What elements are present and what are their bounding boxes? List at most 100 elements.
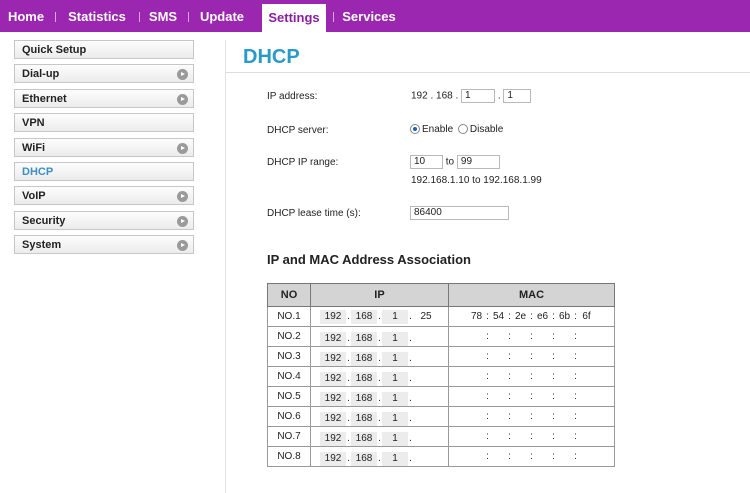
sidebar-item-dial-up[interactable]: Dial-up	[14, 64, 194, 84]
nav-statistics[interactable]: Statistics	[60, 0, 134, 32]
ip-octet-input[interactable]: 192	[320, 332, 346, 346]
mac-colon: :	[530, 431, 533, 442]
ip-cell: 192. 168. 1.	[310, 426, 449, 447]
ip-octet-input[interactable]: 1	[382, 352, 408, 366]
circle-right-arrow-icon	[177, 240, 188, 252]
mac-colon: :	[574, 411, 577, 422]
mac-octet-input[interactable]: e6	[534, 311, 552, 322]
ip-octet-input[interactable]	[413, 447, 439, 461]
ip-octet-input[interactable]: 192	[320, 352, 346, 366]
nav-services[interactable]: Services	[338, 0, 400, 32]
nav-update[interactable]: Update	[193, 0, 251, 32]
dhcp-server-options: Enable Disable	[410, 124, 503, 135]
mac-colon: :	[552, 411, 555, 422]
lease-time-input[interactable]: 86400	[410, 206, 509, 220]
sidebar-item-security[interactable]: Security	[14, 210, 194, 230]
nav-settings[interactable]: Settings	[262, 4, 326, 32]
mac-octet-input[interactable]: 6b	[556, 311, 574, 322]
ip-octet-input[interactable]: 1	[382, 309, 408, 324]
ip-octet-input[interactable]: 192	[320, 432, 346, 446]
ip-octet-input[interactable]: 192	[320, 392, 346, 406]
mac-colon: :	[508, 351, 511, 362]
mac-colon: :	[486, 411, 489, 422]
ip-octet-input[interactable]: 192	[320, 309, 346, 324]
mac-octet-input[interactable]: 78	[468, 311, 486, 322]
ip-dot: .	[497, 90, 501, 102]
circle-right-arrow-icon	[177, 93, 188, 105]
sidebar-item-quick-setup[interactable]: Quick Setup	[14, 40, 194, 59]
ip-octet-input[interactable]: 168	[351, 412, 377, 426]
ip-octet-input[interactable]: 168	[351, 332, 377, 346]
sidebar-item-wifi[interactable]: WiFi	[14, 137, 194, 157]
ip-mac-table: NO IP MAC NO.1 192. 168. 1. 25 78:54:2e: e6:6b…	[267, 283, 615, 467]
mac-octet-input[interactable]: 6f	[578, 311, 596, 322]
ip-octet-input[interactable]	[413, 407, 439, 421]
ip-octet-input[interactable]: 1	[382, 372, 408, 386]
ip-address-field: 192 . 168 . 1 . 1	[411, 89, 532, 103]
range-end-input[interactable]: 99	[456, 155, 500, 169]
ip-octet-input[interactable]	[413, 367, 439, 381]
mac-colon: :	[574, 451, 577, 462]
nav-separator	[188, 12, 189, 22]
ip-octet-input[interactable]	[413, 427, 439, 441]
ip-octet-input[interactable]: 168	[351, 432, 377, 446]
mac-cell: :::::	[448, 366, 615, 387]
ip-octet-input[interactable]: 1	[382, 452, 408, 466]
sidebar-item-system[interactable]: System	[14, 235, 194, 255]
ip-octet-input[interactable]	[413, 327, 439, 341]
ip-octet-input[interactable]: 192	[320, 452, 346, 466]
row-number: NO.7	[267, 426, 311, 447]
top-nav: Home Statistics SMS Update Settings Serv…	[0, 0, 750, 32]
table-row: NO.7 192. 168. 1.:::::	[267, 426, 615, 447]
mac-colon: :	[530, 391, 533, 402]
mac-cell: :::::	[448, 406, 615, 427]
mac-cell: :::::	[448, 346, 615, 367]
ip-octet-input[interactable]: 1	[382, 332, 408, 346]
ip-prefix: 192 . 168 .	[411, 90, 459, 102]
sidebar-item-ethernet[interactable]: Ethernet	[14, 88, 194, 108]
sidebar: Quick Setup Dial-up Ethernet VPN WiFi DH…	[14, 40, 194, 260]
ip-octet-input[interactable]: 168	[351, 352, 377, 366]
ip-octet-input[interactable]: 168	[351, 372, 377, 386]
ip-octet-input[interactable]: 25	[413, 309, 439, 324]
col-header-ip: IP	[310, 283, 449, 307]
ip-octet-input[interactable]: 192	[320, 412, 346, 426]
nav-separator	[333, 12, 334, 22]
sidebar-item-vpn[interactable]: VPN	[14, 113, 194, 133]
sidebar-item-label: Security	[22, 214, 66, 227]
enable-radio[interactable]	[410, 124, 420, 135]
ip-octet-input[interactable]: 1	[382, 412, 408, 426]
mac-cell: 78:54:2e: e6:6b:6f	[448, 306, 615, 327]
ip-octet-input[interactable]	[413, 347, 439, 361]
mac-colon: :	[508, 331, 511, 342]
mac-octet-input[interactable]: 54	[490, 311, 508, 322]
disable-radio[interactable]	[457, 124, 468, 135]
ip-cell: 192. 168. 1.	[310, 446, 449, 467]
ip-octet4-input[interactable]: 1	[503, 89, 532, 103]
sidebar-item-label: DHCP	[22, 165, 54, 178]
mac-colon: :	[486, 391, 489, 402]
ip-octet-input[interactable]: 168	[351, 309, 377, 324]
row-number: NO.6	[267, 406, 311, 427]
page-title: DHCP	[243, 46, 300, 68]
mac-octet-input[interactable]: 2e	[512, 311, 530, 322]
nav-sms[interactable]: SMS	[143, 0, 183, 32]
mac-colon: :	[552, 431, 555, 442]
mac-colon: :	[486, 451, 489, 462]
ip-octet3-input[interactable]: 1	[461, 89, 496, 103]
nav-home[interactable]: Home	[0, 0, 52, 32]
mac-colon: :	[552, 451, 555, 462]
ip-octet-input[interactable]: 1	[382, 392, 408, 406]
ip-octet-input[interactable]: 168	[351, 452, 377, 466]
sidebar-item-dhcp[interactable]: DHCP	[14, 161, 194, 181]
ip-cell: 192. 168. 1.	[310, 366, 449, 387]
ip-octet-input[interactable]	[413, 387, 439, 401]
range-start-input[interactable]: 10	[410, 155, 443, 169]
mac-colon: :	[574, 331, 577, 342]
ip-octet-input[interactable]: 1	[382, 432, 408, 446]
ip-octet-input[interactable]: 192	[320, 372, 346, 386]
ip-octet-input[interactable]: 168	[351, 392, 377, 406]
sidebar-item-voip[interactable]: VoIP	[14, 186, 194, 206]
sidebar-item-label: System	[22, 239, 62, 252]
mac-cell: :::::	[448, 426, 615, 447]
